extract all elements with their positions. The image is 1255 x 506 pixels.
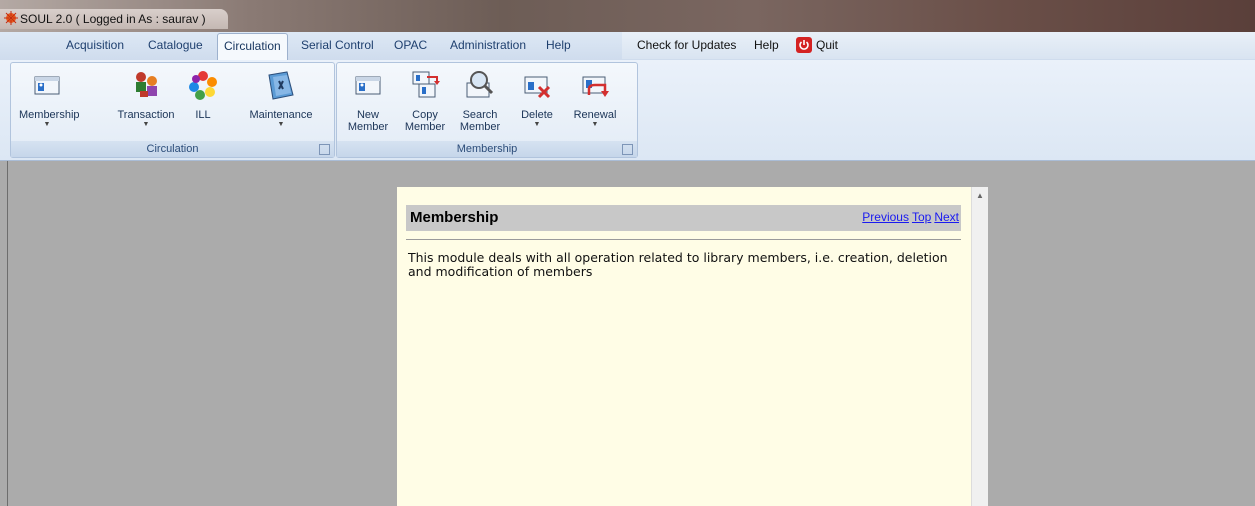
search-member-button[interactable]: Search Member [457, 69, 503, 133]
scroll-up-icon[interactable]: ▲ [976, 191, 984, 200]
dropdown-arrow-icon: ▼ [533, 121, 541, 128]
help-header: Membership Previous Top Next [406, 205, 961, 231]
ribbon: Membership ▼ Transaction ▼ ILL Maintenan… [0, 60, 1255, 161]
window-title: SOUL 2.0 ( Logged in As : saurav ) [20, 12, 206, 26]
help-link[interactable]: Help [754, 38, 779, 52]
tab-catalogue[interactable]: Catalogue [148, 38, 203, 52]
circulation-group: Membership ▼ Transaction ▼ ILL Maintenan… [10, 62, 335, 158]
maintenance-icon [265, 69, 297, 101]
workspace-border [7, 161, 8, 506]
new-member-button[interactable]: New Member [347, 69, 389, 133]
help-body: This module deals with all operation rel… [408, 250, 948, 279]
new-member-icon [352, 69, 384, 101]
ill-icon [187, 69, 219, 101]
tab-opac[interactable]: OPAC [394, 38, 427, 52]
search-member-icon [464, 69, 496, 101]
maintenance-button[interactable]: Maintenance ▼ [243, 69, 319, 129]
previous-link[interactable]: Previous [862, 210, 909, 224]
membership-group-label: Membership [337, 141, 637, 157]
group-launcher-icon[interactable] [319, 144, 330, 155]
membership-icon [31, 69, 63, 101]
help-title: Membership [410, 209, 499, 226]
help-nav: Previous Top Next [859, 210, 959, 224]
tab-help[interactable]: Help [546, 38, 571, 52]
title-bar: SOUL 2.0 ( Logged in As : saurav ) [0, 0, 1255, 32]
membership-group: New Member Copy Member Search Member Del… [336, 62, 638, 158]
ill-button[interactable]: ILL [185, 69, 221, 121]
dropdown-arrow-icon: ▼ [43, 121, 51, 128]
copy-member-button[interactable]: Copy Member [403, 69, 447, 133]
delete-button[interactable]: Delete ▼ [517, 69, 557, 129]
transaction-icon [130, 69, 162, 101]
tab-serial-control[interactable]: Serial Control [301, 38, 374, 52]
help-scrollbar[interactable]: ▲ [971, 187, 988, 506]
renewal-button[interactable]: Renewal ▼ [573, 69, 617, 129]
help-panel [397, 187, 987, 506]
next-link[interactable]: Next [934, 210, 959, 224]
quick-menu: Check for Updates Help Quit [622, 32, 1255, 59]
help-divider [406, 239, 961, 240]
renewal-icon [579, 69, 611, 101]
app-icon [4, 11, 18, 25]
group-launcher-icon[interactable] [622, 144, 633, 155]
delete-icon [521, 69, 553, 101]
transaction-button[interactable]: Transaction ▼ [115, 69, 177, 129]
tab-circulation[interactable]: Circulation [217, 33, 288, 60]
dropdown-arrow-icon: ▼ [142, 121, 150, 128]
tab-acquisition[interactable]: Acquisition [66, 38, 124, 52]
quit-icon[interactable] [796, 37, 812, 53]
top-link[interactable]: Top [912, 210, 931, 224]
dropdown-arrow-icon: ▼ [277, 121, 285, 128]
check-updates-link[interactable]: Check for Updates [637, 38, 736, 52]
dropdown-arrow-icon: ▼ [591, 121, 599, 128]
copy-member-icon [409, 69, 441, 101]
tab-administration[interactable]: Administration [450, 38, 526, 52]
quit-button[interactable]: Quit [816, 38, 838, 52]
circulation-group-label: Circulation [11, 141, 334, 157]
membership-button[interactable]: Membership ▼ [19, 69, 80, 129]
